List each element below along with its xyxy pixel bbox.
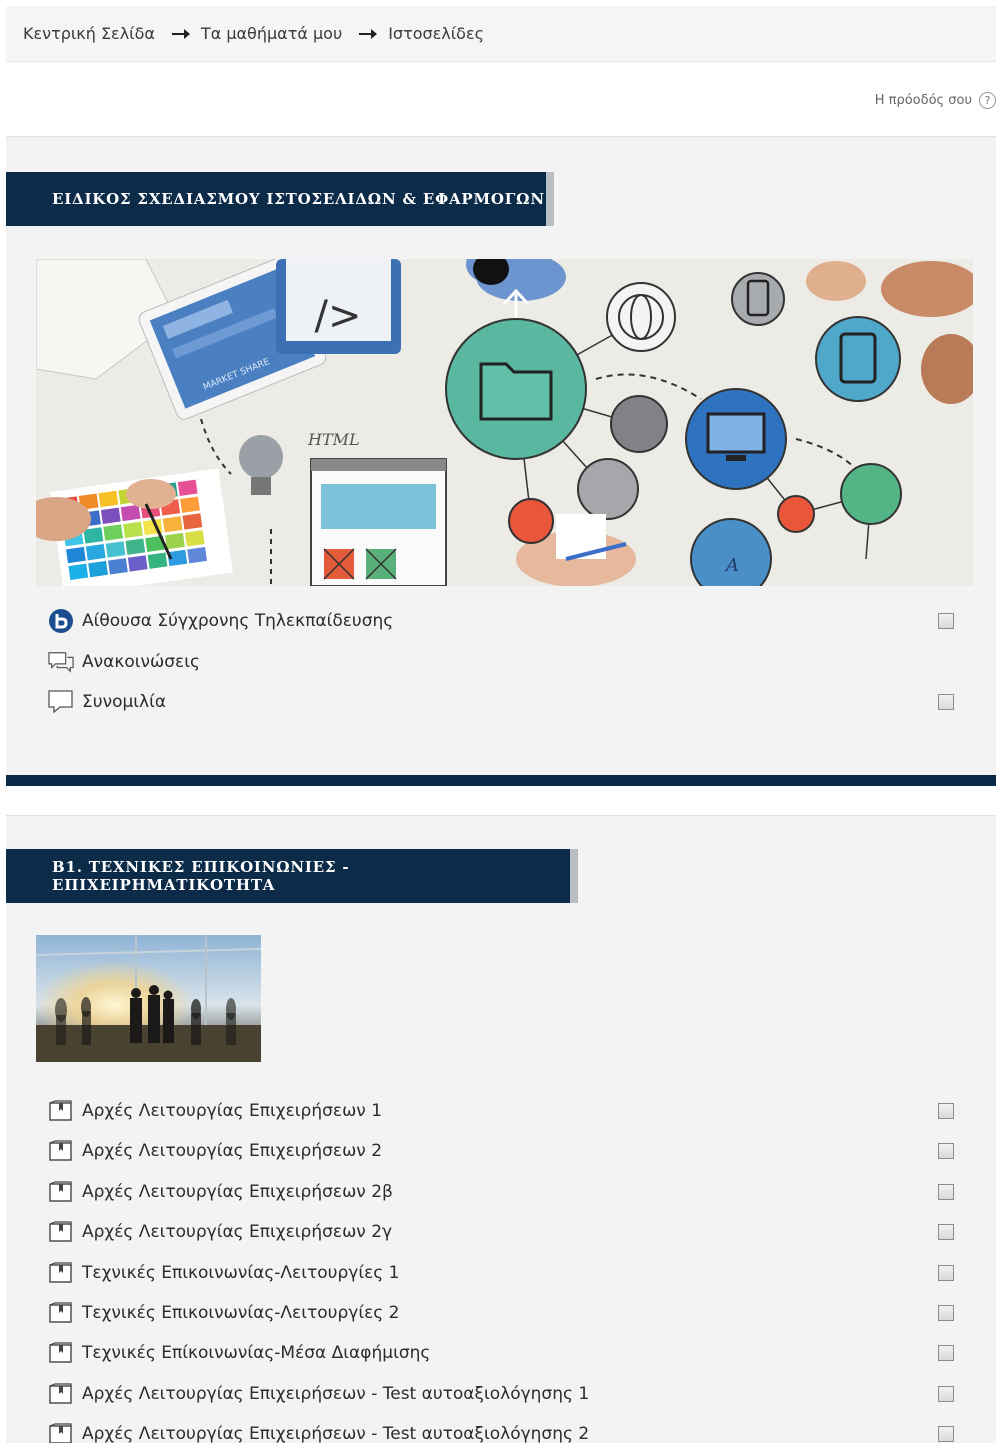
book-icon [48, 1422, 74, 1443]
breadcrumb: Κεντρική Σελίδα Τα μαθήματά μου Ιστοσελί… [6, 6, 996, 62]
course-section-1: ΕΙΔΙΚΟΣ ΣΧΕΔΙΑΣΜΟΥ ΙΣΤΟΣΕΛΙΔΩΝ & ΕΦΑΡΜΟΓ… [6, 136, 996, 786]
book-icon [48, 1341, 74, 1365]
web-design-illustration: MARKET SHARE /> HTML A [36, 259, 973, 586]
bubble-letter: A [724, 555, 739, 576]
activity-link[interactable]: Αρχές Λειτουργίας Επιχειρήσεων 1 [82, 1101, 938, 1121]
activity-row: Τεχνικές Επίκοινωνίας-Μέσα Διαφήμισης [48, 1340, 954, 1366]
completion-checkbox[interactable] [938, 1184, 954, 1200]
activity-link[interactable]: Συνομιλία [82, 692, 938, 712]
completion-checkbox[interactable] [938, 1386, 954, 1402]
breadcrumb-my-courses[interactable]: Τα μαθήματά μου [201, 24, 342, 43]
bigbluebutton-icon [48, 609, 74, 633]
svg-text:/>: /> [315, 293, 362, 339]
activity-virtual-classroom: Αίθουσα Σύγχρονης Τηλεκπαίδευσης [48, 608, 954, 634]
html-label: HTML [307, 430, 360, 449]
forum-icon [48, 650, 74, 674]
business-people-photo [36, 935, 261, 1062]
activity-row: Αρχές Λειτουργίας Επιχειρήσεων 2β [48, 1179, 954, 1205]
completion-checkbox[interactable] [938, 1103, 954, 1119]
activity-link[interactable]: Αρχές Λειτουργίας Επιχειρήσεων 2β [82, 1182, 938, 1202]
completion-checkbox[interactable] [938, 1224, 954, 1240]
activity-link[interactable]: Αρχές Λειτουργίας Επιχειρήσεων - Test αυ… [82, 1424, 938, 1443]
chat-icon [48, 690, 74, 714]
progress-indicator: Η πρόοδός σου ? [875, 88, 996, 112]
book-icon [48, 1099, 74, 1123]
activity-row: Αρχές Λειτουργίας Επιχειρήσεων 1 [48, 1098, 954, 1124]
arrow-right-icon [171, 28, 190, 39]
activity-announcements: Ανακοινώσεις [48, 649, 954, 675]
activity-link[interactable]: Αρχές Λειτουργίας Επιχειρήσεων 2γ [82, 1222, 938, 1242]
activity-link[interactable]: Τεχνικές Επικοινωνίας-Λειτουργίες 2 [82, 1303, 938, 1323]
activity-row: Αρχές Λειτουργίας Επιχειρήσεων - Test αυ… [48, 1381, 954, 1407]
activity-link[interactable]: Αρχές Λειτουργίας Επιχειρήσεων - Test αυ… [82, 1384, 938, 1404]
completion-checkbox[interactable] [938, 694, 954, 710]
progress-label: Η πρόοδός σου [874, 92, 972, 108]
completion-checkbox[interactable] [938, 1143, 954, 1159]
activity-link[interactable]: Αρχές Λειτουργίας Επιχειρήσεων 2 [82, 1141, 938, 1161]
activity-row: Αρχές Λειτουργίας Επιχειρήσεων - Test αυ… [48, 1421, 954, 1443]
activity-row: Τεχνικές Επικοινωνίας-Λειτουργίες 1 [48, 1260, 954, 1286]
book-icon [48, 1382, 74, 1406]
completion-checkbox[interactable] [938, 1345, 954, 1361]
section-title: Β1. ΤΕΧΝΙΚΕΣ ΕΠΙΚΟΙΝΩΝΙΕΣ - ΕΠΙΧΕΙΡΗΜΑΤΙ… [6, 849, 578, 903]
activity-link[interactable]: Αίθουσα Σύγχρονης Τηλεκπαίδευσης [82, 611, 938, 631]
activity-link[interactable]: Τεχνικές Επίκοινωνίας-Μέσα Διαφήμισης [82, 1343, 938, 1363]
section-banner-image: MARKET SHARE /> HTML A [36, 259, 973, 586]
book-icon [48, 1220, 74, 1244]
course-section-2: Β1. ΤΕΧΝΙΚΕΣ ΕΠΙΚΟΙΝΩΝΙΕΣ - ΕΠΙΧΕΙΡΗΜΑΤΙ… [6, 815, 996, 1443]
help-icon[interactable]: ? [979, 91, 996, 109]
activity-row: Τεχνικές Επικοινωνίας-Λειτουργίες 2 [48, 1300, 954, 1326]
activity-chat: Συνομιλία [48, 689, 954, 715]
activity-row: Αρχές Λειτουργίας Επιχειρήσεων 2γ [48, 1219, 954, 1245]
activity-row: Αρχές Λειτουργίας Επιχειρήσεων 2 [48, 1138, 954, 1164]
breadcrumb-home[interactable]: Κεντρική Σελίδα [23, 24, 155, 43]
book-icon [48, 1139, 74, 1163]
section-title: ΕΙΔΙΚΟΣ ΣΧΕΔΙΑΣΜΟΥ ΙΣΤΟΣΕΛΙΔΩΝ & ΕΦΑΡΜΟΓ… [6, 172, 554, 226]
breadcrumb-course[interactable]: Ιστοσελίδες [388, 24, 484, 43]
activity-link[interactable]: Ανακοινώσεις [82, 652, 954, 672]
activity-link[interactable]: Τεχνικές Επικοινωνίας-Λειτουργίες 1 [82, 1263, 938, 1283]
book-icon [48, 1180, 74, 1204]
completion-checkbox[interactable] [938, 1265, 954, 1281]
completion-checkbox[interactable] [938, 613, 954, 629]
book-icon [48, 1261, 74, 1285]
section-photo [36, 935, 261, 1062]
completion-checkbox[interactable] [938, 1305, 954, 1321]
book-icon [48, 1301, 74, 1325]
completion-checkbox[interactable] [938, 1426, 954, 1442]
arrow-right-icon [359, 28, 378, 39]
